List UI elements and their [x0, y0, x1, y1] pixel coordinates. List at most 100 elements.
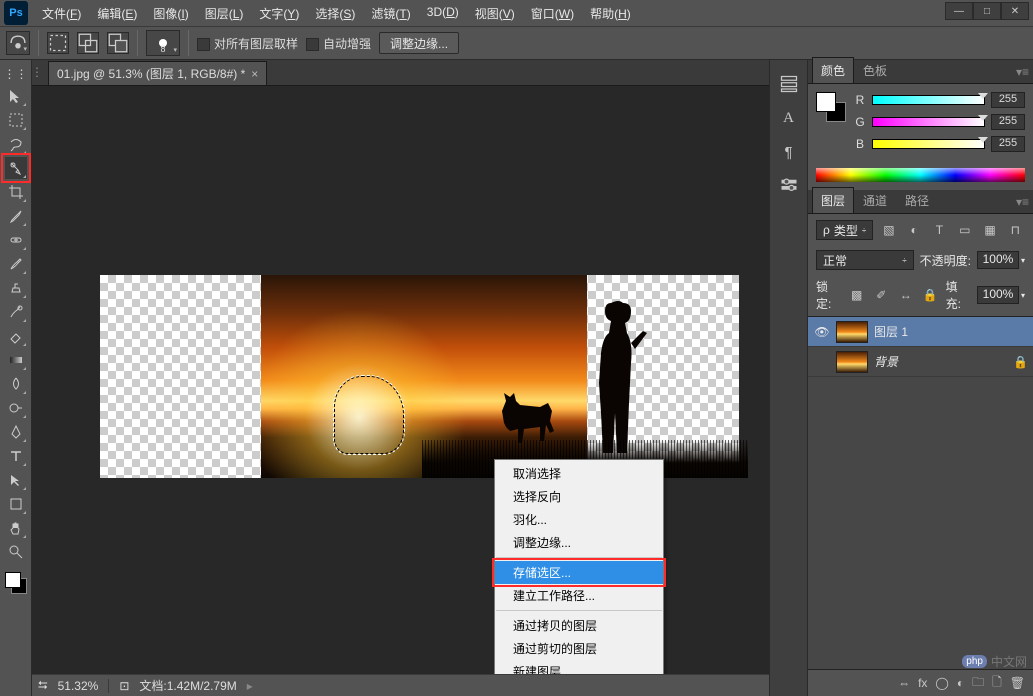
collapse-icon[interactable]: ⊡	[119, 679, 129, 693]
tabstrip-grip[interactable]: ⋮⋮	[38, 59, 48, 85]
green-value[interactable]: 255	[991, 114, 1025, 130]
character-panel-icon[interactable]: A	[779, 108, 799, 128]
menu-图层[interactable]: 图层(L)	[197, 1, 252, 26]
color-swatch[interactable]	[3, 570, 29, 596]
filter-adjust-icon[interactable]: ◐	[905, 220, 924, 240]
red-slider[interactable]	[872, 95, 985, 105]
filter-shape-icon[interactable]: ▭	[955, 220, 974, 240]
panel-menu-icon[interactable]: ▾≡	[1012, 61, 1033, 83]
canvas-viewport[interactable]: 取消选择选择反向羽化...调整边缘... 存储选区...建立工作路径... 通过拷贝…	[32, 86, 769, 674]
menu-图像[interactable]: 图像(I)	[145, 1, 196, 26]
layer-row[interactable]: 背景🔒	[808, 347, 1033, 377]
layer-style-icon[interactable]: fx	[918, 676, 927, 690]
menu-文件[interactable]: 文件(F)	[34, 1, 89, 26]
eyedropper-tool[interactable]	[5, 205, 27, 227]
visibility-toggle[interactable]: 👁	[814, 325, 830, 339]
move-tool[interactable]	[5, 85, 27, 107]
history-brush-tool[interactable]	[5, 301, 27, 323]
context-item[interactable]: 通过剪切的图层	[495, 637, 663, 660]
menu-帮助[interactable]: 帮助(H)	[582, 1, 639, 26]
new-selection-icon[interactable]	[47, 32, 69, 54]
subtract-selection-icon[interactable]	[107, 32, 129, 54]
blur-tool[interactable]	[5, 373, 27, 395]
sample-all-layers-checkbox[interactable]: 对所有图层取样	[197, 35, 298, 52]
lock-position-icon[interactable]: ↔	[897, 285, 916, 305]
filter-toggle[interactable]: ⊓	[1006, 220, 1025, 240]
context-item[interactable]: 取消选择	[495, 462, 663, 485]
blue-slider[interactable]	[872, 139, 985, 149]
refine-edge-button[interactable]: 调整边缘...	[379, 32, 459, 54]
maximize-button[interactable]: □	[973, 2, 1001, 20]
tab-channels[interactable]: 通道	[854, 187, 896, 213]
new-group-icon[interactable]: 🗀	[972, 673, 984, 694]
menu-窗口[interactable]: 窗口(W)	[523, 1, 582, 26]
clone-stamp-tool[interactable]	[5, 277, 27, 299]
context-item[interactable]: 羽化...	[495, 508, 663, 531]
lock-transparent-icon[interactable]: ▩	[847, 285, 866, 305]
menu-编辑[interactable]: 编辑(E)	[89, 1, 145, 26]
green-slider[interactable]	[872, 117, 985, 127]
zoom-tool[interactable]	[5, 541, 27, 563]
toolbar-grip[interactable]: ⋮⋮	[5, 65, 27, 83]
shape-tool[interactable]	[5, 493, 27, 515]
expand-icon[interactable]: ⮀	[38, 678, 48, 693]
link-layers-icon[interactable]: ⇔	[898, 676, 910, 690]
context-item[interactable]: 调整边缘...	[495, 531, 663, 554]
crop-tool[interactable]	[5, 181, 27, 203]
context-item[interactable]: 存储选区...	[495, 561, 663, 584]
tool-preset-picker[interactable]: ▾	[6, 31, 30, 55]
tab-color[interactable]: 颜色	[812, 57, 854, 83]
filter-type-icon[interactable]: T	[930, 220, 949, 240]
eraser-tool[interactable]	[5, 325, 27, 347]
layer-mask-icon[interactable]: ◯	[935, 676, 948, 690]
new-fill-adjust-icon[interactable]: ◐	[957, 676, 964, 690]
context-item[interactable]: 通过拷贝的图层	[495, 614, 663, 637]
menu-文字[interactable]: 文字(Y)	[251, 1, 307, 26]
color-spectrum[interactable]	[816, 168, 1025, 182]
gradient-tool[interactable]	[5, 349, 27, 371]
opacity-value[interactable]: 100%	[977, 251, 1019, 269]
context-item[interactable]: 建立工作路径...	[495, 584, 663, 607]
menu-选择[interactable]: 选择(S)	[307, 1, 363, 26]
lock-pixels-icon[interactable]: ✐	[872, 285, 891, 305]
properties-panel-icon[interactable]	[779, 176, 799, 196]
quick-selection-tool[interactable]	[5, 157, 27, 179]
brush-tool[interactable]	[5, 253, 27, 275]
blue-value[interactable]: 255	[991, 136, 1025, 152]
filter-smart-icon[interactable]: ▦	[980, 220, 999, 240]
close-icon[interactable]: ×	[251, 67, 258, 81]
context-item[interactable]: 新建图层...	[495, 660, 663, 674]
healing-brush-tool[interactable]	[5, 229, 27, 251]
add-selection-icon[interactable]	[77, 32, 99, 54]
panel-menu-icon[interactable]: ▾≡	[1012, 191, 1033, 213]
menu-滤镜[interactable]: 滤镜(T)	[363, 1, 418, 26]
lock-all-icon[interactable]: 🔒	[921, 285, 940, 305]
auto-enhance-checkbox[interactable]: 自动增强	[306, 35, 371, 52]
layer-filter-kind[interactable]: ρ 类型 ÷	[816, 220, 873, 240]
context-item[interactable]: 选择反向	[495, 485, 663, 508]
lasso-tool[interactable]	[5, 133, 27, 155]
tab-paths[interactable]: 路径	[896, 187, 938, 213]
marquee-tool[interactable]	[5, 109, 27, 131]
path-selection-tool[interactable]	[5, 469, 27, 491]
hand-tool[interactable]	[5, 517, 27, 539]
menu-视图[interactable]: 视图(V)	[467, 1, 523, 26]
tab-swatches[interactable]: 色板	[854, 57, 896, 83]
paragraph-panel-icon[interactable]: ¶	[779, 142, 799, 162]
fill-value[interactable]: 100%	[977, 286, 1019, 304]
document-tab[interactable]: 01.jpg @ 51.3% (图层 1, RGB/8#) * ×	[48, 61, 267, 85]
filter-pixel-icon[interactable]: ▧	[879, 220, 898, 240]
brush-preset-picker[interactable]: 8 ▾	[146, 30, 180, 56]
delete-layer-icon[interactable]: 🗑	[1010, 676, 1025, 690]
color-mini-swatch[interactable]	[816, 92, 846, 122]
red-value[interactable]: 255	[991, 92, 1025, 108]
minimize-button[interactable]: —	[945, 2, 973, 20]
pen-tool[interactable]	[5, 421, 27, 443]
menu-3D[interactable]: 3D(D)	[419, 1, 467, 26]
history-panel-icon[interactable]	[779, 74, 799, 94]
new-layer-icon[interactable]: 🗋	[992, 673, 1002, 694]
zoom-level[interactable]: 51.32%	[58, 679, 99, 693]
type-tool[interactable]	[5, 445, 27, 467]
blend-mode-select[interactable]: 正常÷	[816, 250, 914, 270]
canvas[interactable]	[100, 275, 739, 478]
